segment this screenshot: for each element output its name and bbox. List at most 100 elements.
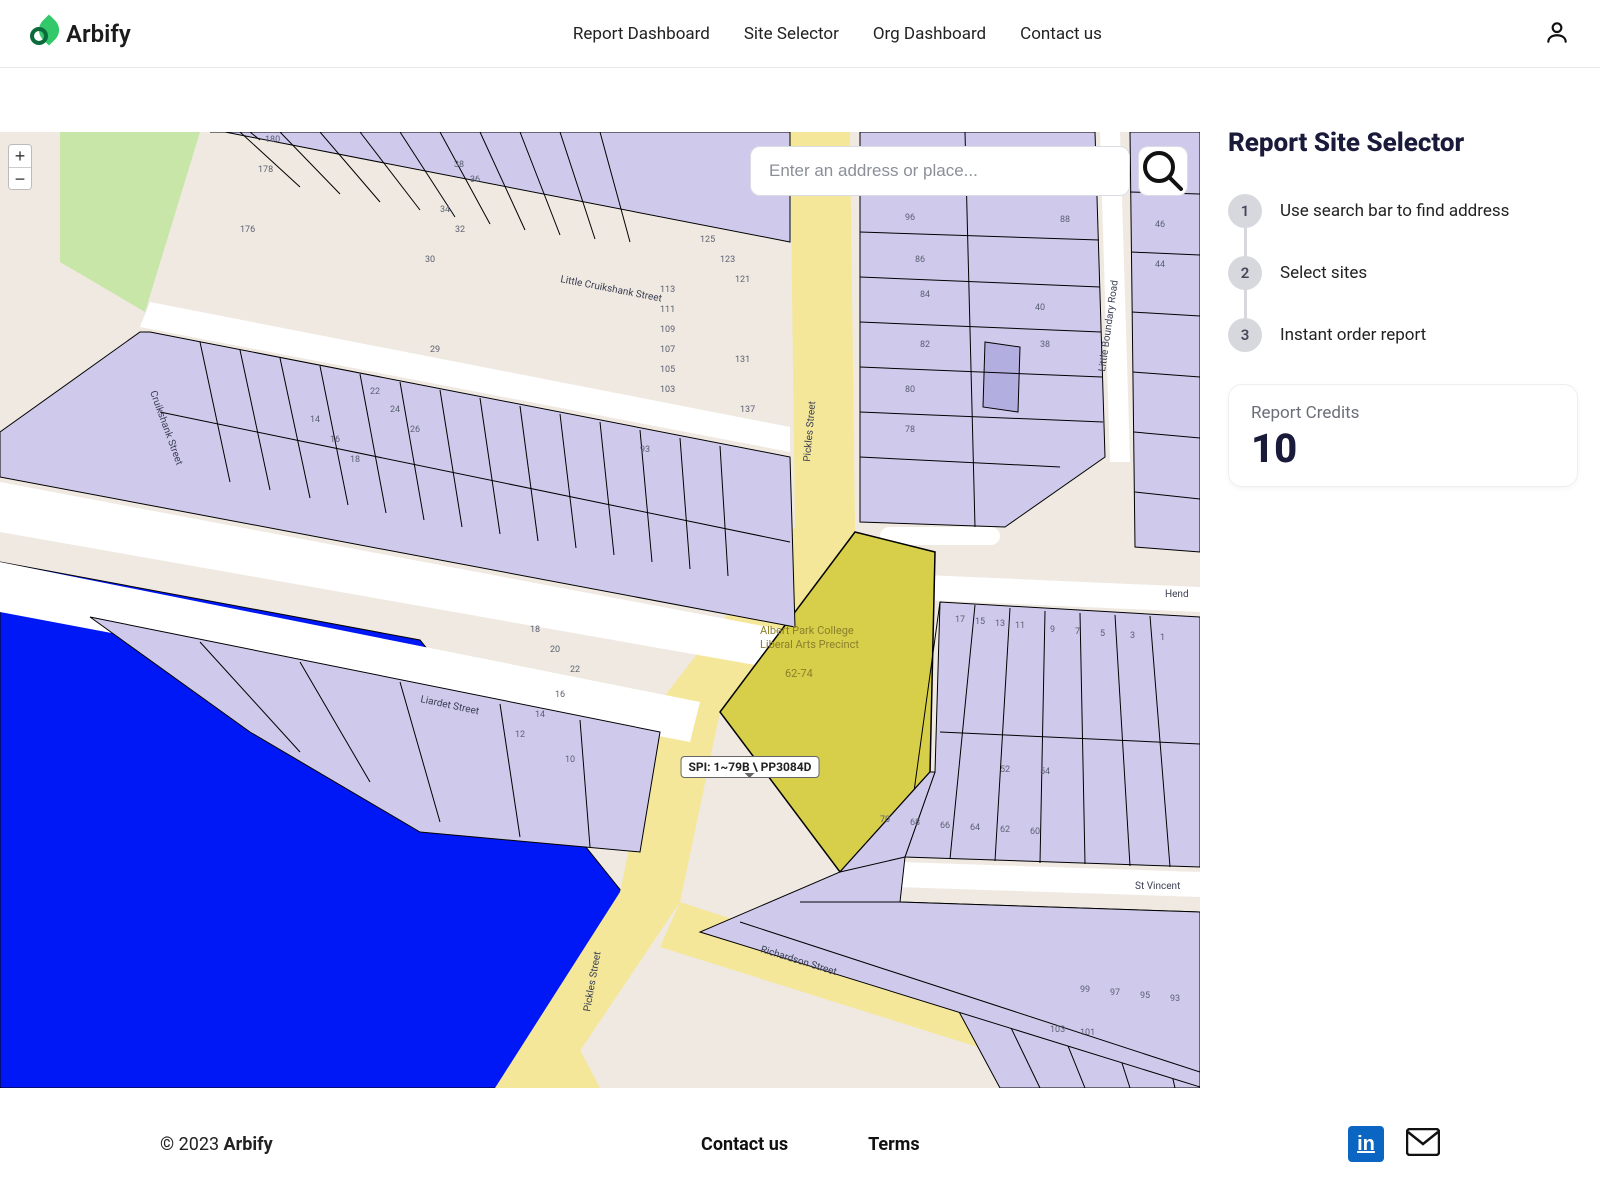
svg-text:40: 40: [1035, 303, 1045, 313]
svg-text:78: 78: [905, 425, 915, 435]
svg-text:24: 24: [390, 405, 400, 415]
site-selector-panel: Report Site Selector 1 Use search bar to…: [1200, 68, 1600, 1088]
svg-text:15: 15: [975, 617, 985, 627]
svg-text:26: 26: [410, 425, 420, 435]
nav-org-dashboard[interactable]: Org Dashboard: [873, 24, 986, 44]
map-canvas[interactable]: + − SPI: 1~79B \ PP3084D: [0, 132, 1200, 1088]
svg-text:11: 11: [1015, 621, 1025, 631]
svg-text:60: 60: [1030, 827, 1040, 837]
credits-value: 10: [1251, 425, 1555, 472]
svg-text:18: 18: [530, 625, 540, 635]
parcel-tooltip: SPI: 1~79B \ PP3084D: [681, 756, 820, 778]
svg-text:18: 18: [350, 455, 360, 465]
svg-text:16: 16: [330, 435, 340, 445]
svg-text:29: 29: [430, 345, 440, 355]
step-3-badge: 3: [1228, 318, 1262, 352]
svg-text:7: 7: [1075, 627, 1080, 637]
svg-text:123: 123: [720, 255, 735, 265]
app-header: Arbify Report Dashboard Site Selector Or…: [0, 0, 1600, 68]
svg-text:84: 84: [920, 290, 930, 300]
svg-text:125: 125: [700, 235, 715, 245]
svg-text:20: 20: [550, 645, 560, 655]
svg-text:22: 22: [370, 387, 380, 397]
svg-text:34: 34: [440, 205, 450, 215]
svg-text:93: 93: [640, 445, 650, 455]
mail-icon: [1406, 1128, 1440, 1156]
svg-text:38: 38: [1040, 340, 1050, 350]
footer-link-terms[interactable]: Terms: [868, 1134, 920, 1155]
search-icon: [1139, 147, 1187, 195]
brand-name: Arbify: [66, 20, 131, 48]
svg-text:13: 13: [995, 619, 1005, 629]
brand-logo-mark: [30, 22, 60, 46]
map-svg: Pickles Street Pickles Street Little Cru…: [0, 132, 1200, 1088]
svg-text:82: 82: [920, 340, 930, 350]
zoom-in-button[interactable]: +: [9, 145, 31, 167]
step-1: 1 Use search bar to find address: [1228, 180, 1578, 242]
svg-text:105: 105: [660, 365, 675, 375]
nav-report-dashboard[interactable]: Report Dashboard: [573, 24, 710, 44]
primary-nav: Report Dashboard Site Selector Org Dashb…: [573, 24, 1102, 44]
street-label-hend: Hend: [1165, 589, 1189, 600]
step-2-label: Select sites: [1280, 263, 1367, 283]
svg-text:12: 12: [515, 730, 525, 740]
svg-text:96: 96: [905, 213, 915, 223]
svg-text:14: 14: [310, 415, 320, 425]
footer-links: Contact us Terms: [701, 1134, 920, 1155]
svg-text:5: 5: [1100, 629, 1105, 639]
svg-text:180: 180: [265, 135, 280, 145]
report-credits-card: Report Credits 10: [1228, 384, 1578, 487]
linkedin-link[interactable]: in: [1348, 1126, 1384, 1162]
credits-label: Report Credits: [1251, 403, 1555, 423]
user-menu[interactable]: [1544, 19, 1570, 49]
svg-text:97: 97: [1110, 988, 1120, 998]
svg-text:107: 107: [660, 345, 675, 355]
app-footer: © 2023 Arbify Contact us Terms in: [0, 1088, 1600, 1200]
svg-text:52: 52: [1000, 765, 1010, 775]
highlight-label-2: Liberal Arts Precinct: [760, 638, 859, 651]
email-link[interactable]: [1406, 1128, 1440, 1160]
svg-text:121: 121: [735, 275, 750, 285]
address-search-button[interactable]: [1138, 146, 1188, 196]
nav-contact-us[interactable]: Contact us: [1020, 24, 1102, 44]
step-2-badge: 2: [1228, 256, 1262, 290]
svg-text:70: 70: [880, 815, 890, 825]
svg-text:109: 109: [660, 325, 675, 335]
svg-text:14: 14: [535, 710, 545, 720]
svg-text:99: 99: [1080, 985, 1090, 995]
user-icon: [1544, 19, 1570, 45]
highlight-label-1: Albert Park College: [760, 624, 854, 637]
footer-link-contact[interactable]: Contact us: [701, 1134, 788, 1155]
svg-text:103: 103: [1050, 1025, 1065, 1035]
svg-text:93: 93: [1170, 994, 1180, 1004]
svg-text:17: 17: [955, 615, 965, 625]
svg-text:64: 64: [970, 823, 980, 833]
svg-text:32: 32: [455, 225, 465, 235]
panel-title: Report Site Selector: [1228, 128, 1578, 158]
svg-text:178: 178: [258, 165, 273, 175]
svg-text:46: 46: [1155, 220, 1165, 230]
step-1-badge: 1: [1228, 194, 1262, 228]
svg-text:137: 137: [740, 405, 755, 415]
svg-text:103: 103: [660, 385, 675, 395]
step-2: 2 Select sites: [1228, 242, 1578, 304]
svg-text:44: 44: [1155, 260, 1165, 270]
svg-text:66: 66: [940, 821, 950, 831]
highlight-num: 62-74: [785, 667, 813, 680]
street-label-st-vincent: St Vincent: [1135, 881, 1180, 892]
svg-text:88: 88: [1060, 215, 1070, 225]
svg-text:10: 10: [565, 755, 575, 765]
copyright: © 2023 Arbify: [160, 1134, 273, 1155]
svg-text:86: 86: [915, 255, 925, 265]
svg-text:101: 101: [1080, 1028, 1095, 1038]
address-search-input[interactable]: [750, 146, 1130, 196]
svg-text:113: 113: [660, 285, 675, 295]
svg-text:68: 68: [910, 818, 920, 828]
steps-list: 1 Use search bar to find address 2 Selec…: [1228, 180, 1578, 366]
zoom-out-button[interactable]: −: [9, 167, 31, 189]
svg-text:95: 95: [1140, 991, 1150, 1001]
nav-site-selector[interactable]: Site Selector: [744, 24, 839, 44]
svg-text:9: 9: [1050, 625, 1055, 635]
brand-logo[interactable]: Arbify: [30, 20, 131, 48]
svg-text:131: 131: [735, 355, 750, 365]
